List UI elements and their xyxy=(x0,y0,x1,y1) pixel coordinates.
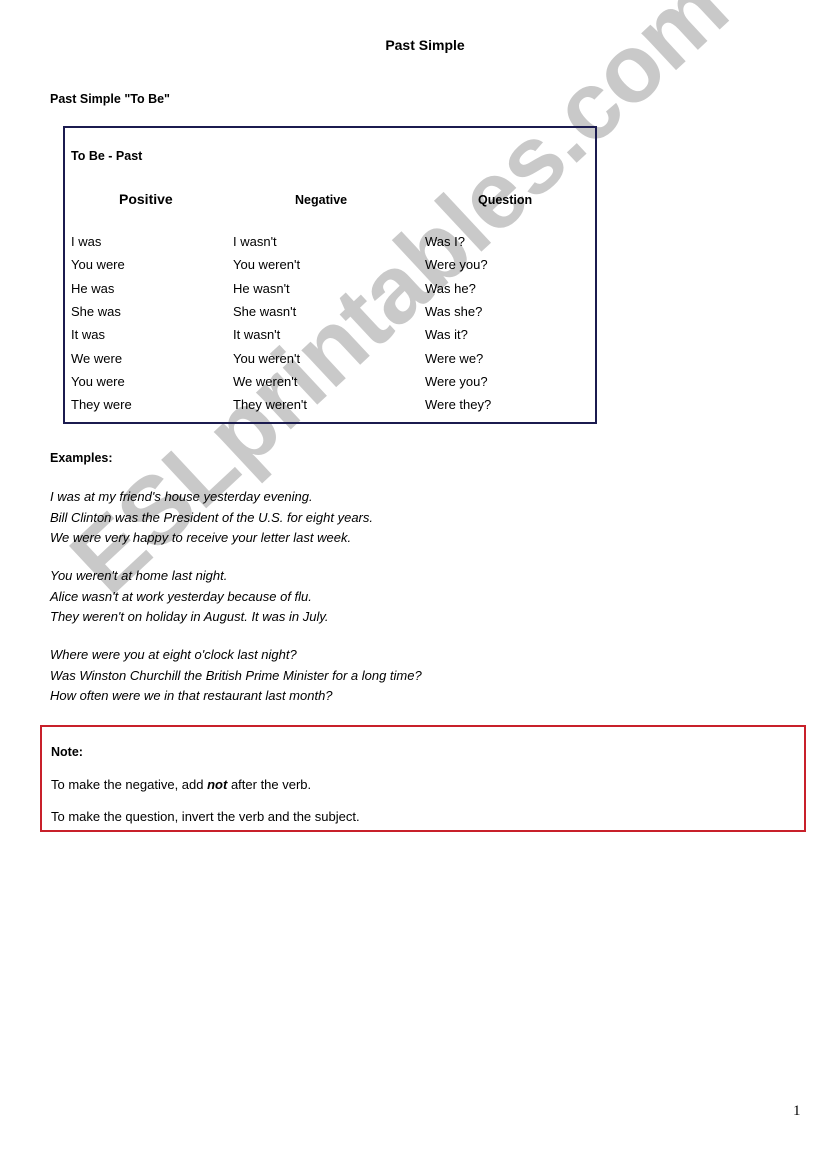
table-row: It was It wasn't Was it? xyxy=(65,327,595,350)
examples-negative-group: You weren't at home last night. Alice wa… xyxy=(50,566,329,628)
cell-negative: We weren't xyxy=(233,374,298,389)
cell-question: Were you? xyxy=(425,257,488,272)
cell-question: Were they? xyxy=(425,397,492,412)
examples-heading: Examples: xyxy=(50,451,113,465)
example-sentence: We were very happy to receive your lette… xyxy=(50,530,352,545)
example-sentence: Bill Clinton was the President of the U.… xyxy=(50,509,373,525)
cell-positive: She was xyxy=(71,304,121,319)
page-number: 1 xyxy=(793,1103,801,1119)
cell-question: Was he? xyxy=(425,281,476,296)
column-header-question: Question xyxy=(478,193,533,207)
example-sentence: How often were we in that restaurant las… xyxy=(50,688,333,703)
cell-positive: You were xyxy=(71,257,125,272)
examples-question-group: Where were you at eight o'clock last nig… xyxy=(50,645,422,707)
cell-positive: I was xyxy=(71,234,102,249)
cell-negative: It wasn't xyxy=(233,327,281,342)
cell-question: Was it? xyxy=(425,327,468,342)
table-row: He was He wasn't Was he? xyxy=(65,281,595,304)
table-row: You were You weren't Were you? xyxy=(65,257,595,280)
example-sentence: You weren't at home last night. xyxy=(50,568,228,583)
cell-negative: You weren't xyxy=(233,351,301,366)
note-text: after the verb. xyxy=(227,777,312,792)
table-row: They were They weren't Were they? xyxy=(65,397,595,420)
page-title: Past Simple xyxy=(385,37,465,53)
note-box: Note: To make the negative, add not afte… xyxy=(40,725,806,832)
cell-positive: We were xyxy=(71,351,123,366)
cell-positive: You were xyxy=(71,374,125,389)
cell-negative: He wasn't xyxy=(233,281,290,296)
cell-question: Were we? xyxy=(425,351,484,366)
example-sentence: They weren't on holiday in August. It wa… xyxy=(50,609,329,624)
cell-question: Was she? xyxy=(425,304,483,319)
note-line-negative: To make the negative, add not after the … xyxy=(51,777,311,792)
table-row: I was I wasn't Was I? xyxy=(65,234,595,257)
note-emphasis: not xyxy=(207,777,228,792)
cell-negative: She wasn't xyxy=(233,304,297,319)
cell-positive: They were xyxy=(71,397,132,412)
cell-question: Were you? xyxy=(425,374,488,389)
note-heading: Note: xyxy=(51,745,83,759)
example-sentence: Where were you at eight o'clock last nig… xyxy=(50,647,297,662)
table-row: You were We weren't Were you? xyxy=(65,374,595,397)
section-heading: Past Simple "To Be" xyxy=(50,92,170,106)
example-sentence: Was Winston Churchill the British Prime … xyxy=(50,667,422,683)
note-line-question: To make the question, invert the verb an… xyxy=(51,809,360,824)
cell-negative: They weren't xyxy=(233,397,308,412)
example-sentence: I was at my friend's house yesterday eve… xyxy=(50,489,313,504)
column-header-negative: Negative xyxy=(295,193,348,207)
conjugation-table: To Be - Past Positive Negative Question … xyxy=(63,126,597,424)
example-sentence: Alice wasn't at work yesterday because o… xyxy=(50,588,312,604)
column-header-positive: Positive xyxy=(119,191,173,207)
cell-positive: He was xyxy=(71,281,115,296)
examples-positive-group: I was at my friend's house yesterday eve… xyxy=(50,487,373,549)
table-row: She was She wasn't Was she? xyxy=(65,304,595,327)
cell-negative: You weren't xyxy=(233,257,301,272)
table-row: We were You weren't Were we? xyxy=(65,351,595,374)
table-title: To Be - Past xyxy=(71,149,143,163)
cell-positive: It was xyxy=(71,327,105,342)
worksheet-page: Past Simple Past Simple "To Be" To Be - … xyxy=(0,0,821,1169)
cell-question: Was I? xyxy=(425,234,465,249)
note-text: To make the negative, add xyxy=(51,777,208,792)
cell-negative: I wasn't xyxy=(233,234,277,249)
